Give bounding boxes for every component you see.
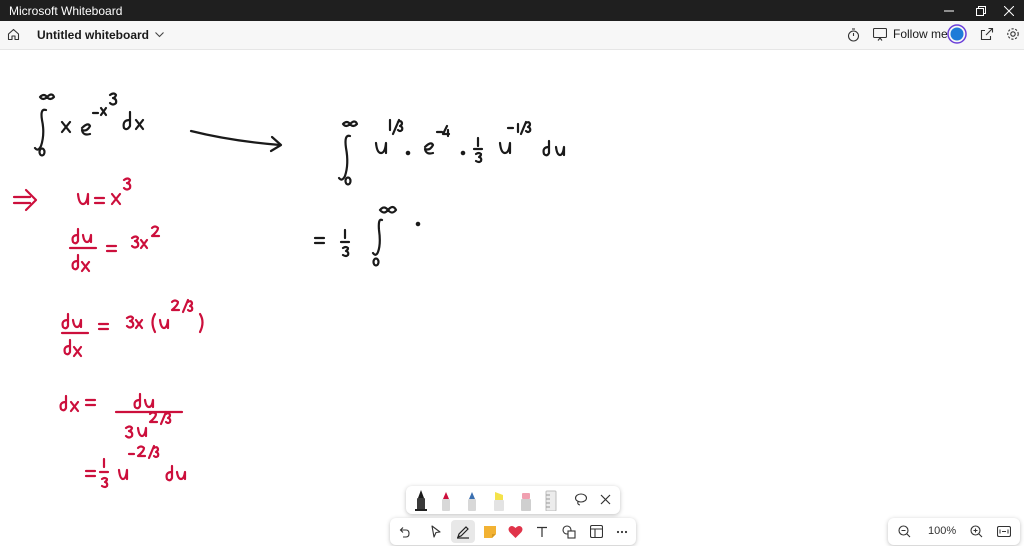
fit-screen-icon: [997, 526, 1011, 537]
whiteboard-canvas[interactable]: [0, 50, 1024, 546]
ruler-tool[interactable]: [544, 489, 558, 511]
pen-tray: [406, 486, 620, 514]
settings-button[interactable]: [1006, 27, 1020, 41]
black-pen-tool[interactable]: [414, 489, 428, 511]
timer-button[interactable]: [847, 28, 860, 42]
follow-me-button[interactable]: Follow me: [873, 27, 948, 41]
undo-icon: [399, 526, 410, 538]
window-title: Microsoft Whiteboard: [9, 4, 123, 18]
fit-to-screen-button[interactable]: [992, 520, 1016, 543]
timer-icon: [847, 28, 860, 42]
heart-icon: [508, 525, 522, 538]
text-icon: [537, 526, 547, 537]
close-button[interactable]: [992, 0, 1024, 21]
lasso-icon[interactable]: [574, 492, 588, 506]
follow-me-label: Follow me: [893, 27, 948, 41]
sticky-note-button[interactable]: [478, 520, 502, 543]
zoom-controls: 100%: [888, 518, 1020, 545]
share-icon: [980, 27, 994, 41]
home-button[interactable]: [7, 28, 20, 41]
shapes-icon: [562, 524, 576, 539]
zoom-in-button[interactable]: [964, 520, 988, 543]
board-title-menu[interactable]: Untitled whiteboard: [37, 28, 164, 42]
user-avatar[interactable]: [947, 24, 967, 44]
zoom-level[interactable]: 100%: [928, 525, 956, 537]
minimize-icon: [944, 10, 954, 11]
avatar-icon: [947, 24, 967, 44]
close-icon: [1004, 5, 1014, 16]
ink-red-strokes[interactable]: [12, 177, 204, 489]
ink-layer[interactable]: [0, 50, 1024, 546]
gear-icon: [1007, 28, 1019, 40]
template-icon: [589, 525, 603, 538]
more-options-button[interactable]: [610, 520, 634, 543]
templates-button[interactable]: [584, 520, 608, 543]
shapes-button[interactable]: [557, 520, 581, 543]
app-toolbar: Untitled whiteboard Follow me: [0, 21, 1024, 50]
undo-button[interactable]: [392, 520, 416, 543]
board-title: Untitled whiteboard: [37, 28, 149, 42]
ink-black-strokes[interactable]: [33, 92, 566, 267]
pointer-icon: [431, 525, 441, 538]
zoom-out-icon: [897, 525, 910, 538]
sticky-note-icon: [484, 525, 496, 538]
reactions-button[interactable]: [503, 520, 527, 543]
share-button[interactable]: [980, 27, 994, 41]
home-icon: [7, 28, 20, 41]
blue-pen-tool[interactable]: [465, 489, 479, 511]
yellow-highlighter-tool[interactable]: [492, 489, 506, 511]
close-tray-icon[interactable]: [600, 494, 611, 505]
minimize-button[interactable]: [932, 0, 966, 21]
more-icon: [616, 530, 628, 533]
select-tool-button[interactable]: [424, 520, 448, 543]
eraser-tool[interactable]: [519, 489, 533, 511]
pen-icon: [457, 525, 469, 539]
chevron-down-icon: [155, 32, 164, 38]
text-tool-button[interactable]: [530, 520, 554, 543]
zoom-in-icon: [969, 525, 982, 538]
bottom-toolbar: [390, 518, 636, 545]
restore-icon: [976, 5, 986, 16]
red-pen-tool[interactable]: [439, 489, 453, 511]
zoom-out-button[interactable]: [892, 520, 916, 543]
window-title-bar: Microsoft Whiteboard: [0, 0, 1024, 21]
cast-icon: [873, 27, 887, 41]
inking-tool-button[interactable]: [451, 520, 475, 543]
